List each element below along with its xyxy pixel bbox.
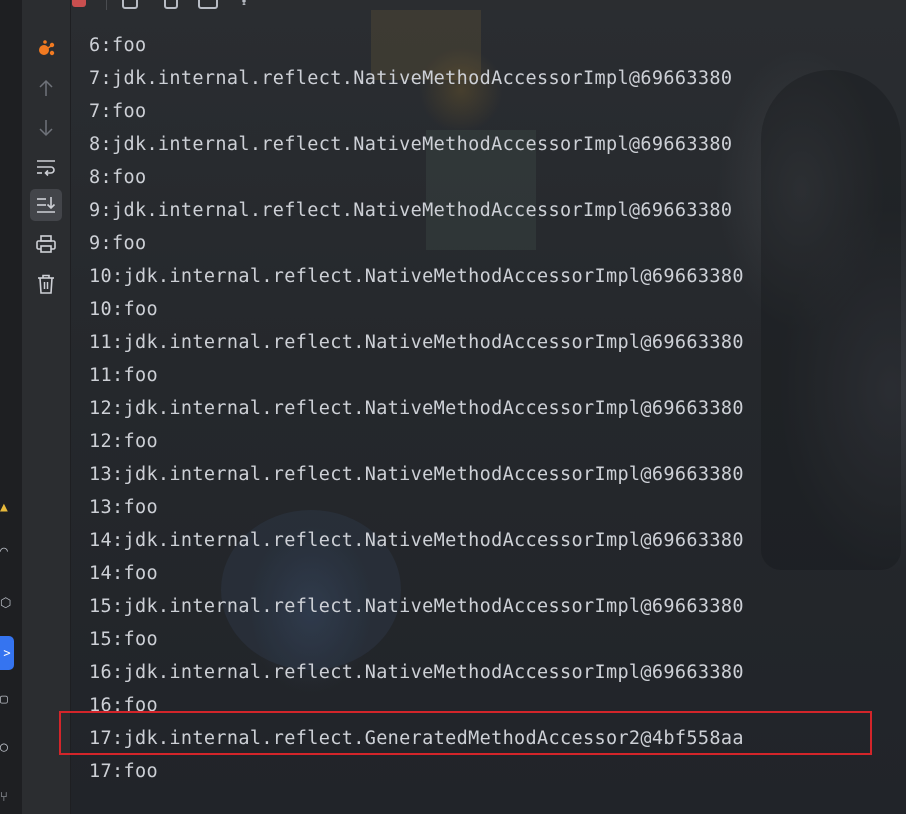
log-line: 16:jdk.internal.reflect.NativeMethodAcce… [89, 662, 744, 683]
restore-layout-icon[interactable] [198, 0, 218, 9]
background-decoration [761, 70, 901, 570]
log-line: 7:foo [89, 101, 147, 122]
log-line: 8:foo [89, 167, 147, 188]
log-line: 13:foo [89, 497, 158, 518]
log-line: 9:jdk.internal.reflect.NativeMethodAcces… [89, 200, 733, 221]
log-line: 15:jdk.internal.reflect.NativeMethodAcce… [89, 596, 744, 617]
ai-assistant-icon[interactable]: ▲ [0, 500, 14, 516]
log-line: 12:foo [89, 431, 158, 452]
scroll-to-end-button[interactable] [30, 189, 62, 221]
console-output[interactable]: 6:foo 7:jdk.internal.reflect.NativeMethod… [71, 10, 906, 814]
run-tool-window-icon[interactable]: > [0, 636, 14, 670]
camera-icon[interactable] [122, 0, 138, 9]
log-line: 7:jdk.internal.reflect.NativeMethodAcces… [89, 68, 733, 89]
log-line: 12:jdk.internal.reflect.NativeMethodAcce… [89, 398, 744, 419]
scroll-down-button[interactable] [30, 112, 62, 144]
terminal-icon[interactable]: ▢ [0, 692, 14, 708]
log-line: 11:jdk.internal.reflect.NativeMethodAcce… [89, 332, 744, 353]
log-line: 15:foo [89, 629, 158, 650]
stop-icon[interactable] [72, 0, 86, 7]
print-icon [36, 235, 56, 253]
log-line: 8:jdk.internal.reflect.NativeMethodAcces… [89, 134, 733, 155]
console-side-toolbar [22, 0, 71, 814]
log-line: 9:foo [89, 233, 147, 254]
problems-icon[interactable]: ◯ [0, 740, 14, 756]
down-arrow-icon [39, 120, 53, 137]
log-line: 14:foo [89, 563, 158, 584]
debug-frames-icon [39, 40, 55, 56]
highlight-annotation [59, 711, 872, 755]
soft-wrap-icon [37, 160, 55, 177]
log-line: 14:jdk.internal.reflect.NativeMethodAcce… [89, 530, 744, 551]
clear-all-button[interactable] [30, 268, 62, 300]
log-line: 10:foo [89, 299, 158, 320]
services-icon[interactable]: ⬡ [0, 596, 14, 612]
git-icon[interactable]: ⑂ [0, 790, 14, 806]
log-line: 17:foo [89, 761, 158, 782]
log-line: 13:jdk.internal.reflect.NativeMethodAcce… [89, 464, 744, 485]
scroll-up-button[interactable] [30, 72, 62, 104]
scroll-to-end-icon [37, 197, 56, 213]
partial-icon[interactable]: ◠ [0, 544, 14, 560]
log-line: 10:jdk.internal.reflect.NativeMethodAcce… [89, 266, 744, 287]
log-line: 6:foo [89, 35, 147, 56]
log-line: 11:foo [89, 365, 158, 386]
more-options-icon[interactable] [242, 0, 246, 5]
soft-wrap-button[interactable] [30, 151, 62, 183]
toolbar-divider [106, 0, 107, 10]
up-arrow-icon [39, 79, 53, 96]
print-button[interactable] [30, 228, 62, 260]
outer-tool-strip: ▲ ◠ ⬡ > ▢ ◯ ⑂ [0, 0, 23, 814]
debug-frames-button[interactable] [30, 33, 62, 65]
trash-icon [38, 274, 54, 294]
layout-icon[interactable] [164, 0, 178, 9]
